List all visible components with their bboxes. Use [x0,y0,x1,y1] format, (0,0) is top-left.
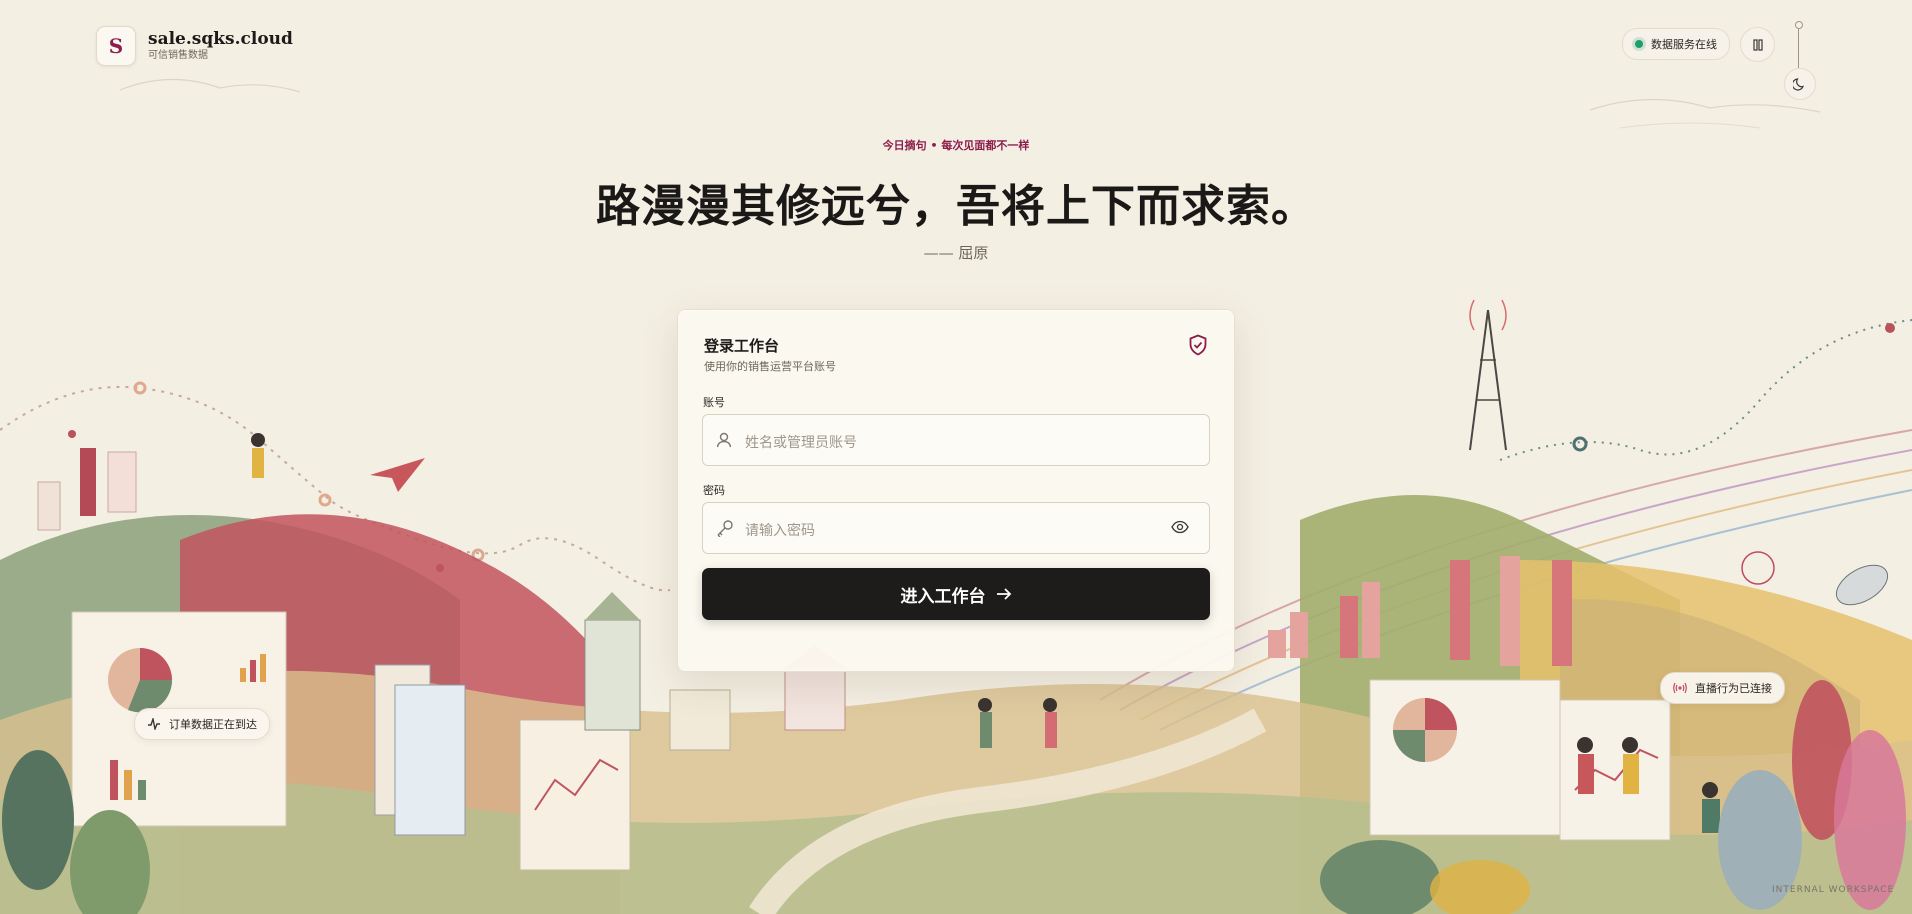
pause-animation-button[interactable] [1740,27,1775,62]
signal [1469,299,1475,331]
login-card: 登录工作台 使用你的销售运营平台账号 账号 姓名或管理员账号 密码 请输入密码 … [677,309,1235,672]
password-label: 密码 [703,484,725,497]
account-label: 账号 [703,396,725,409]
brand-text: sale.sqks.cloud 可信销售数据 [148,29,293,63]
trend-point [133,381,147,395]
building [584,619,641,731]
bar [1450,560,1470,660]
quote-author: —— 屈原 [923,244,989,262]
service-status-badge: 数据服务在线 [1622,28,1730,60]
bar [80,448,96,516]
bar [37,481,61,531]
trend-line-right [1499,319,1912,461]
building [784,667,846,731]
roof [585,592,640,620]
bar [260,654,266,682]
person [980,712,992,748]
bar [110,760,118,800]
leaf [1834,730,1906,910]
chart-board [1369,679,1561,836]
theme-toggle-cord [1798,24,1799,68]
login-subtitle: 使用你的销售运营平台账号 [704,360,836,373]
theme-toggle-button[interactable] [1784,68,1816,100]
cloud [119,78,301,93]
password-input-placeholder[interactable]: 请输入密码 [745,520,815,540]
cloud [1619,122,1761,129]
person [1702,782,1718,798]
account-field[interactable]: 姓名或管理员账号 [702,414,1210,466]
bar [1500,556,1520,666]
quote-text: 路漫漫其修远兮，吾将上下而求索。 [596,181,1316,232]
leaf [2,750,74,890]
building [669,689,731,751]
orders-status-chip: 订单数据正在到达 [134,708,270,740]
account-input-placeholder[interactable]: 姓名或管理员账号 [745,432,857,452]
theme-toggle-knob [1795,21,1803,29]
person [1578,754,1594,794]
person [251,433,265,447]
chart-board [1559,699,1671,841]
brand-logo: S [96,26,136,66]
key-icon [717,520,733,537]
orders-chip-label: 订单数据正在到达 [169,718,257,731]
trend-point [1572,436,1588,452]
brand-name: sale.sqks.cloud [148,29,293,49]
bar [1552,560,1572,666]
activity-pulse-icon [148,718,160,730]
trend-point [1885,323,1895,333]
signal [1501,299,1507,331]
person [1577,737,1593,753]
live-status-chip: 直播行为已连接 [1660,672,1785,704]
status-dot-icon [1635,40,1643,48]
quote-eyebrow: 今日摘句 • 每次见面都不一样 [882,139,1030,152]
bar [1268,630,1286,658]
bar [1362,582,1380,658]
bar [138,780,146,800]
login-title: 登录工作台 [704,337,780,355]
cloud [1589,98,1821,113]
password-field[interactable]: 请输入密码 [702,502,1210,554]
building [394,684,466,836]
internal-workspace-watermark: INTERNAL WORKSPACE [1772,885,1895,895]
arrow-right-icon [996,588,1011,600]
person [1702,799,1720,833]
shield-check-icon [1189,334,1207,356]
tower [1469,309,1489,451]
bar [124,770,132,800]
person [978,698,992,712]
trend-point [68,430,76,438]
person [252,448,264,478]
person [1043,698,1057,712]
paper-plane [370,458,425,492]
submit-label: 进入工作台 [900,586,986,607]
status-label: 数据服务在线 [1651,38,1717,51]
user-icon [716,432,732,448]
satellite-dish [1835,564,1889,606]
bar [1340,596,1358,658]
person [1623,754,1639,794]
bar [250,660,256,682]
broadcast-icon [1673,682,1687,694]
trend-point [318,493,332,507]
brand-subtitle: 可信销售数据 [148,50,208,61]
brand: S sale.sqks.cloud 可信销售数据 [96,26,293,66]
bar [107,451,137,513]
live-chip-label: 直播行为已连接 [1695,682,1772,695]
enter-workspace-button[interactable]: 进入工作台 [702,568,1210,620]
trend-point [1741,551,1775,585]
pause-icon [1752,38,1763,51]
bar [240,668,246,682]
moon-icon [1793,78,1804,91]
show-password-eye-icon[interactable] [1171,520,1189,534]
person [1045,712,1057,748]
person [1622,737,1638,753]
tower [1487,309,1507,451]
bar [1290,612,1308,658]
